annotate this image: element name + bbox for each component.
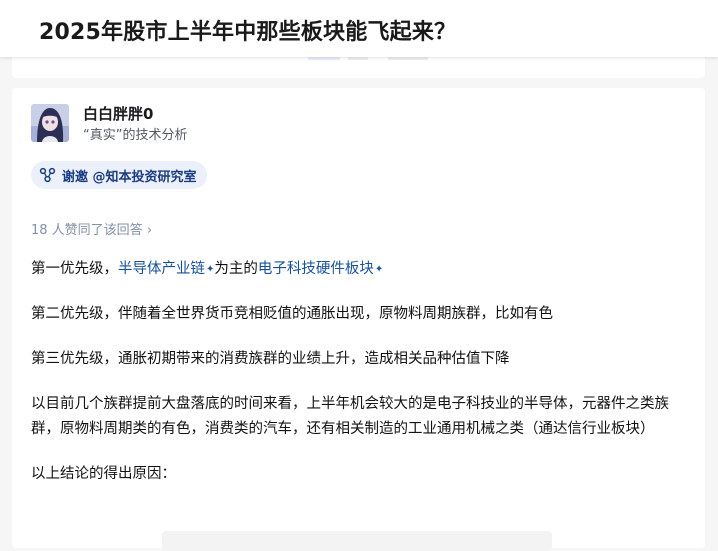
paragraph-priority-1: 第一优先级，半导体产业链✦为主的电子科技硬件板块✦ bbox=[31, 257, 691, 282]
chevron-right-icon: › bbox=[146, 223, 153, 238]
vote-count-link[interactable]: 18 人赞同了该回答 › bbox=[31, 219, 152, 238]
paragraph-priority-2: 第二优先级，伴随着全世界货币竞相贬值的通胀出现，原物料周期族群，比如有色 bbox=[31, 306, 553, 322]
invite-label: 谢邀 @知本投资研究室 bbox=[62, 169, 197, 185]
author-avatar[interactable] bbox=[31, 104, 69, 142]
keyword-link-electronics[interactable]: 电子科技硬件板块 bbox=[258, 261, 374, 277]
content-image-placeholder bbox=[162, 531, 552, 551]
sparkle-icon[interactable]: ✦ bbox=[375, 264, 383, 275]
answer-content: 第一优先级，半导体产业链✦为主的电子科技硬件板块✦ 第二优先级，伴随着全世界货币… bbox=[31, 257, 691, 507]
answer-card: 白白胖胖0 “真实”的技术分析 谢邀 @知本投资研究室 18 人赞同了该回答 ›… bbox=[12, 88, 705, 551]
question-title[interactable]: 2025年股市上半年中那些板块能飞起来？ bbox=[39, 14, 456, 46]
author-name[interactable]: 白白胖胖0 bbox=[83, 103, 153, 124]
p1-mid: 为主的 bbox=[214, 261, 258, 277]
vote-count-text: 18 人赞同了该回答 bbox=[31, 223, 143, 238]
paragraph-priority-3: 第三优先级，通胀初期带来的消费族群的业绩上升，造成相关品种估值下降 bbox=[31, 351, 510, 367]
sticky-question-header: 2025年股市上半年中那些板块能飞起来？ bbox=[0, 0, 718, 57]
p1-prefix: 第一优先级， bbox=[31, 261, 118, 277]
paragraph-analysis: 以目前几个族群提前大盘落底的时间来看，上半年机会较大的是电子科技业的半导体，元器… bbox=[31, 396, 669, 437]
author-bio: “真实”的技术分析 bbox=[83, 128, 188, 143]
anime-girl-avatar-icon bbox=[31, 104, 69, 142]
paragraph-conclusion: 以上结论的得出原因： bbox=[31, 466, 176, 482]
invite-people-icon bbox=[39, 167, 56, 183]
invite-button[interactable]: 谢邀 @知本投资研究室 bbox=[31, 161, 207, 189]
keyword-link-semiconductor[interactable]: 半导体产业链 bbox=[118, 261, 205, 277]
